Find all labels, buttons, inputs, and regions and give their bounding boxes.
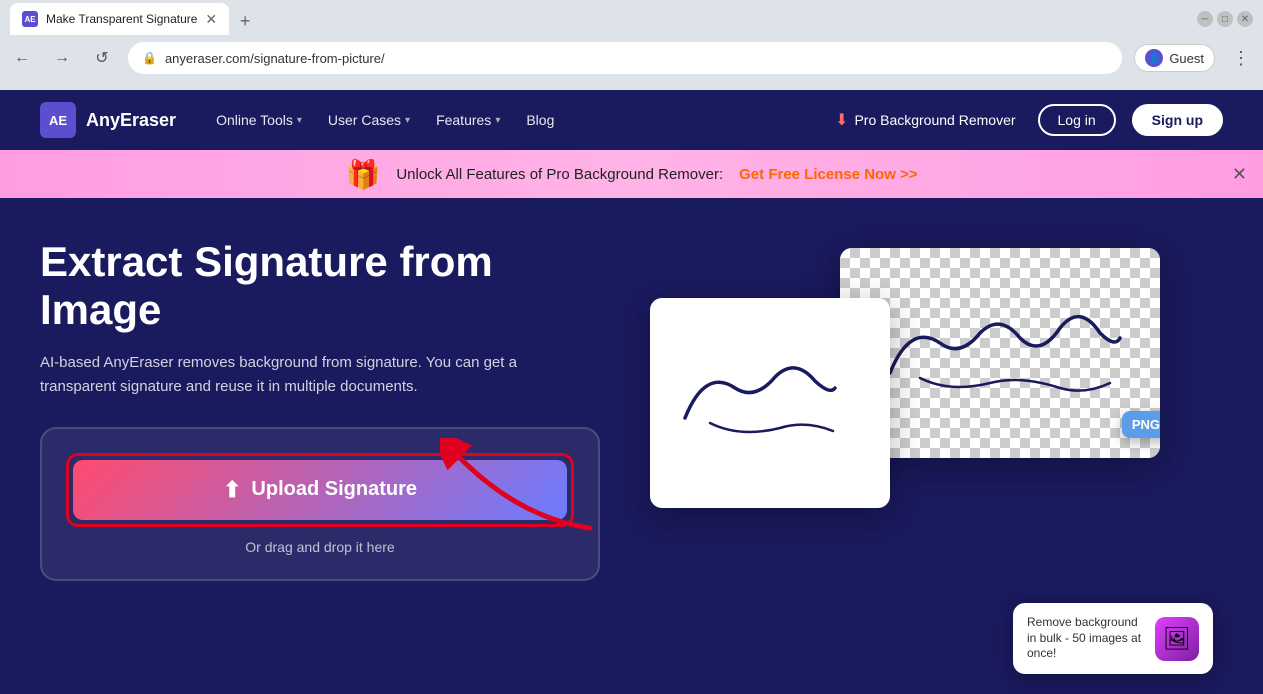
profile-label: Guest xyxy=(1169,51,1204,66)
chevron-down-icon: ▾ xyxy=(495,115,500,126)
close-window-button[interactable]: ✕ xyxy=(1237,11,1253,27)
hero-title: Extract Signature from Image xyxy=(40,238,600,335)
forward-button[interactable]: → xyxy=(48,44,76,72)
browser-menu-button[interactable]: ⋮ xyxy=(1227,44,1255,72)
popup-icon: 🖼 xyxy=(1155,617,1199,661)
logo-icon: AE xyxy=(40,102,76,138)
site-header: AE AnyEraser Online Tools ▾ User Cases ▾… xyxy=(0,90,1263,150)
nav-blog[interactable]: Blog xyxy=(516,106,564,134)
active-tab[interactable]: AE Make Transparent Signature ✕ xyxy=(10,3,229,35)
hero-left: Extract Signature from Image AI-based An… xyxy=(40,238,600,694)
refresh-button[interactable]: ↺ xyxy=(88,44,116,72)
site-logo[interactable]: AE AnyEraser xyxy=(40,102,176,138)
signup-button[interactable]: Sign up xyxy=(1132,104,1223,136)
download-icon: ⬇ xyxy=(835,110,848,130)
browser-titlebar: AE Make Transparent Signature ✕ + ─ □ ✕ xyxy=(0,0,1263,38)
page-content: AE AnyEraser Online Tools ▾ User Cases ▾… xyxy=(0,90,1263,694)
banner-text: Unlock All Features of Pro Background Re… xyxy=(396,166,723,183)
signature-original-card xyxy=(650,298,890,508)
brand-name: AnyEraser xyxy=(86,110,176,131)
signature-svg-transparent xyxy=(860,283,1140,423)
signature-drawing xyxy=(665,333,875,473)
hero-right: PNG Remove background in bulk - 50 image… xyxy=(640,238,1223,694)
popup-text: Remove background in bulk - 50 images at… xyxy=(1027,615,1145,662)
png-badge: PNG xyxy=(1122,411,1160,438)
url-text: anyeraser.com/signature-from-picture/ xyxy=(165,51,1108,66)
back-button[interactable]: ← xyxy=(8,44,36,72)
browser-nav-bar: ← → ↺ 🔒 anyeraser.com/signature-from-pic… xyxy=(0,38,1263,78)
nav-features[interactable]: Features ▾ xyxy=(426,106,510,134)
hero-description: AI-based AnyEraser removes background fr… xyxy=(40,351,520,399)
gift-icon: 🎁 xyxy=(345,158,380,191)
tab-title: Make Transparent Signature xyxy=(46,12,197,26)
site-nav: Online Tools ▾ User Cases ▾ Features ▾ B… xyxy=(206,104,1223,136)
signature-svg-original xyxy=(650,298,890,508)
upload-label: Upload Signature xyxy=(251,478,417,501)
pro-label: Pro Background Remover xyxy=(854,112,1015,128)
upload-btn-wrapper: ⬆ Upload Signature xyxy=(66,453,574,527)
address-bar[interactable]: 🔒 anyeraser.com/signature-from-picture/ xyxy=(128,42,1122,74)
browser-chrome: AE Make Transparent Signature ✕ + ─ □ ✕ … xyxy=(0,0,1263,90)
tab-strip: AE Make Transparent Signature ✕ + xyxy=(10,3,1191,35)
login-button[interactable]: Log in xyxy=(1038,104,1116,136)
profile-icon: 👤 xyxy=(1145,49,1163,67)
promo-banner: 🎁 Unlock All Features of Pro Background … xyxy=(0,150,1263,198)
tab-favicon: AE xyxy=(22,11,38,27)
profile-button[interactable]: 👤 Guest xyxy=(1134,44,1215,72)
chevron-down-icon: ▾ xyxy=(297,115,302,126)
upload-area: ⬆ Upload Signature Or drag and drop it h… xyxy=(40,427,600,581)
maximize-button[interactable]: □ xyxy=(1217,11,1233,27)
banner-close-button[interactable]: ✕ xyxy=(1232,164,1247,185)
tab-close-button[interactable]: ✕ xyxy=(205,12,217,26)
new-tab-button[interactable]: + xyxy=(231,7,259,35)
hero-section: Extract Signature from Image AI-based An… xyxy=(0,198,1263,694)
window-controls: ─ □ ✕ xyxy=(1197,11,1253,27)
nav-pro-remover[interactable]: ⬇ Pro Background Remover xyxy=(835,110,1015,130)
nav-online-tools[interactable]: Online Tools ▾ xyxy=(206,106,312,134)
banner-cta-link[interactable]: Get Free License Now >> xyxy=(739,166,917,183)
upload-signature-button[interactable]: ⬆ Upload Signature xyxy=(73,460,567,520)
upload-icon: ⬆ xyxy=(223,477,241,503)
floating-popup[interactable]: Remove background in bulk - 50 images at… xyxy=(1013,603,1213,674)
secure-icon: 🔒 xyxy=(142,51,157,65)
drag-drop-text: Or drag and drop it here xyxy=(66,539,574,555)
nav-user-cases[interactable]: User Cases ▾ xyxy=(318,106,420,134)
chevron-down-icon: ▾ xyxy=(405,115,410,126)
minimize-button[interactable]: ─ xyxy=(1197,11,1213,27)
